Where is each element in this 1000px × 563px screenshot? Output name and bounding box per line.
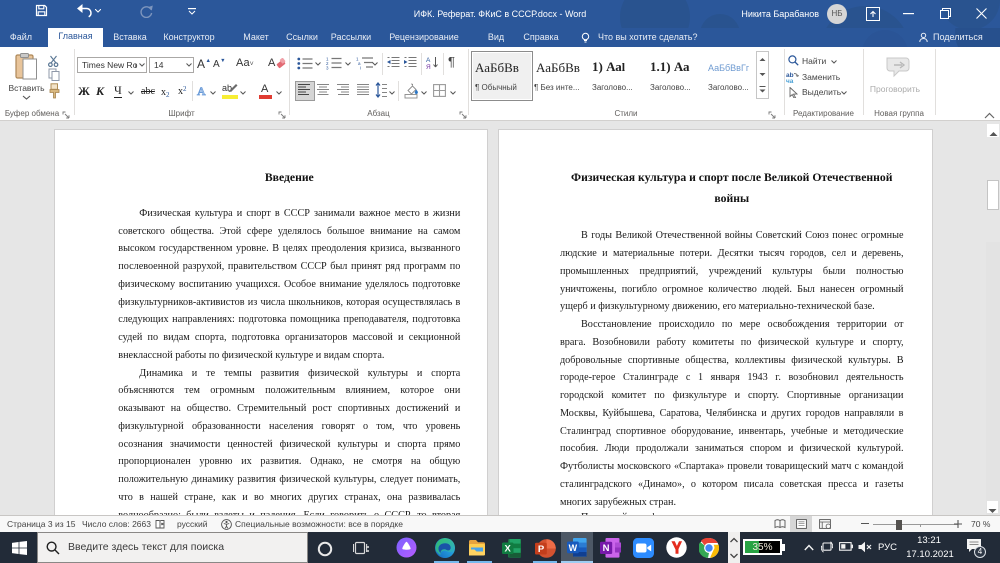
svg-text:Я: Я (426, 64, 431, 70)
svg-text:W: W (569, 543, 578, 553)
svg-text:X: X (505, 544, 512, 555)
svg-text:N: N (603, 543, 610, 554)
svg-text:ча: ча (786, 78, 794, 83)
svg-text:А: А (426, 57, 431, 64)
svg-text:P: P (538, 544, 545, 555)
svg-text:3: 3 (326, 66, 329, 71)
svg-text:і: і (360, 66, 361, 71)
